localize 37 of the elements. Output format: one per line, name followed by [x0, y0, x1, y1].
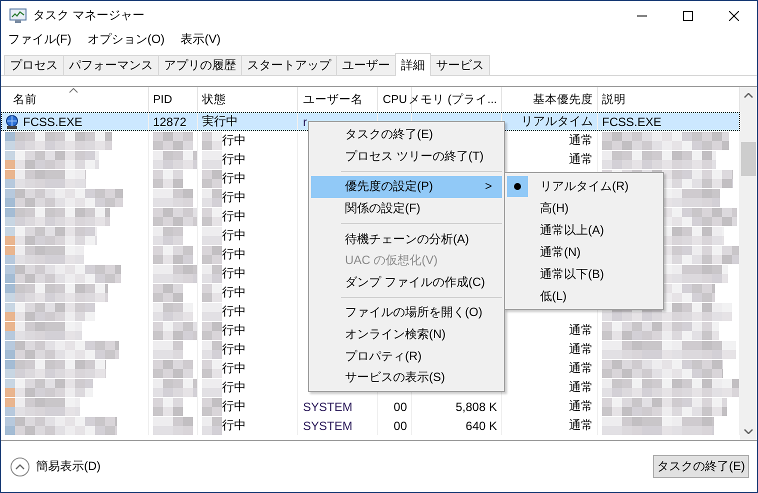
priority-text: 通常 [569, 322, 593, 339]
status-text: 行中 [222, 189, 246, 206]
status-text: 行中 [222, 322, 246, 339]
status-text: 実行中 [202, 113, 238, 130]
status-text: 行中 [222, 360, 246, 377]
priority-text: 通常 [569, 360, 593, 377]
status-text: 行中 [222, 303, 246, 320]
status-text: 行中 [222, 170, 246, 187]
status-text: 行中 [222, 208, 246, 225]
priority-text: 通常 [569, 379, 593, 396]
user-name: SYSTEM [303, 418, 352, 432]
priority-text: 通常 [569, 132, 593, 149]
status-text: 行中 [222, 341, 246, 358]
status-text: 行中 [222, 246, 246, 263]
status-text: 行中 [222, 227, 246, 244]
status-text: 行中 [222, 284, 246, 301]
priority-text: 通常 [569, 417, 593, 434]
status-text: 行中 [222, 151, 246, 168]
priority-text: 通常 [569, 151, 593, 168]
status-text: 行中 [222, 417, 246, 434]
memory-text: 5,808 K [456, 400, 497, 414]
pid-text: 12872 [153, 114, 186, 128]
cpu-text: 00 [394, 400, 407, 414]
cpu-text: 00 [394, 418, 407, 432]
description-text: FCSS.EXE [602, 114, 662, 128]
status-text: 行中 [222, 265, 246, 282]
priority-text: 通常 [569, 341, 593, 358]
status-text: 行中 [222, 398, 246, 415]
priority-text: リアルタイム [521, 113, 593, 130]
window-title: タスク マネージャー [33, 7, 144, 24]
priority-text: 通常 [569, 398, 593, 415]
process-name: FCSS.EXE [23, 114, 82, 128]
memory-text: 640 K [466, 418, 497, 432]
status-text: 行中 [222, 132, 246, 149]
status-text: 行中 [222, 379, 246, 396]
user-name: SYSTEM [303, 400, 352, 414]
user-name: r [303, 114, 307, 128]
